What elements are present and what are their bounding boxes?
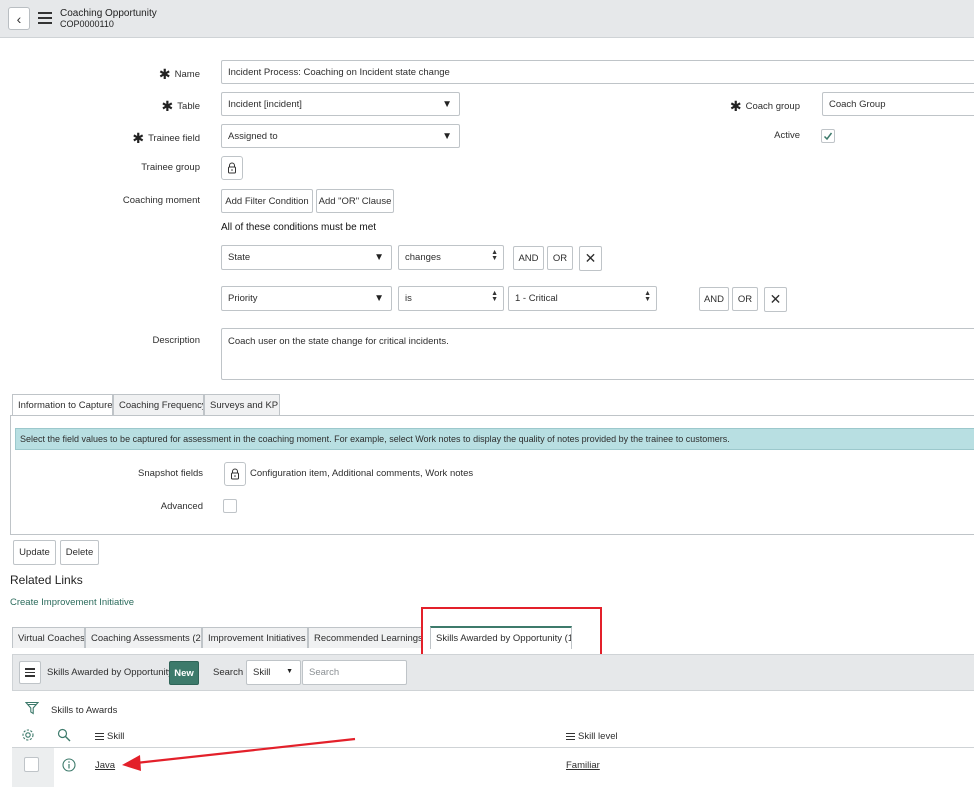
skill-level-link[interactable]: Familiar (566, 760, 600, 771)
conditions-text: All of these conditions must be met (221, 222, 377, 233)
dropdown-arrow-icon: ▼ (374, 252, 384, 263)
advanced-label: Advanced (160, 501, 203, 512)
tab-surveys-and-kpi[interactable]: Surveys and KPI (204, 394, 280, 415)
or-button[interactable]: OR (547, 246, 573, 270)
info-banner: Select the field values to be captured f… (15, 428, 974, 450)
search-field-select[interactable]: Skill ▼ (246, 660, 301, 685)
required-icon: ✱ (161, 98, 174, 114)
trainee-field-label: ✱ Trainee field (132, 130, 200, 146)
and-button[interactable]: AND (699, 287, 729, 311)
record-number: COP0000110 (60, 19, 114, 29)
search-icon[interactable] (57, 728, 71, 745)
updown-arrow-icon: ▲ ▼ (491, 249, 498, 262)
coach-group-label: ✱ Coach group (729, 98, 800, 114)
chevron-left-icon: ‹ (16, 10, 22, 27)
advanced-checkbox[interactable] (223, 499, 237, 513)
lock-icon (228, 162, 236, 174)
record-title: Coaching Opportunity (60, 8, 157, 19)
condition-field-select[interactable]: State ▼ (221, 245, 392, 270)
create-improvement-initiative-link[interactable]: Create Improvement Initiative (10, 597, 134, 608)
trainee-field-select[interactable]: Assigned to ▼ (221, 124, 460, 148)
table-select[interactable]: Incident [incident] ▼ (221, 92, 460, 116)
gear-icon[interactable] (21, 728, 35, 745)
tab-coaching-assessments[interactable]: Coaching Assessments (26) (85, 627, 202, 648)
list-menu-button[interactable] (19, 661, 41, 684)
name-field[interactable]: Incident Process: Coaching on Incident s… (221, 60, 974, 84)
form-header (0, 0, 974, 38)
hamburger-menu-icon[interactable] (38, 12, 52, 24)
checkmark-icon (823, 132, 833, 141)
active-label: Active (774, 130, 800, 141)
filter-icon[interactable] (24, 701, 40, 718)
and-button[interactable]: AND (513, 246, 544, 270)
tab-virtual-coaches[interactable]: Virtual Coaches (12, 627, 85, 648)
filter-breadcrumb[interactable]: Skills to Awards (51, 705, 117, 716)
snapshot-fields-value: Configuration item, Additional comments,… (250, 468, 474, 479)
updown-arrow-icon: ▲ ▼ (491, 290, 498, 303)
info-icon[interactable] (62, 758, 76, 775)
column-menu-icon (566, 733, 575, 740)
list-title: Skills Awarded by Opportunity (47, 667, 174, 678)
dropdown-arrow-icon: ▼ (374, 293, 384, 304)
lock-icon (231, 468, 239, 480)
dropdown-arrow-icon: ▼ (442, 99, 452, 110)
new-button[interactable]: New (169, 661, 199, 685)
tab-information-to-capture[interactable]: Information to Capture (12, 394, 113, 415)
tab-coaching-frequency[interactable]: Coaching Frequency (113, 394, 204, 415)
table-label: ✱ Table (161, 98, 200, 114)
condition-field-select[interactable]: Priority ▼ (221, 286, 392, 311)
required-icon: ✱ (132, 130, 145, 146)
trainee-group-lock-button[interactable] (221, 156, 243, 180)
remove-condition-button[interactable]: ✕ (579, 246, 602, 271)
required-icon: ✱ (158, 66, 171, 82)
add-or-clause-button[interactable]: Add "OR" Clause (316, 189, 394, 213)
snapshot-fields-label: Snapshot fields (138, 468, 203, 479)
condition-operator-select[interactable]: is ▲ ▼ (398, 286, 504, 311)
search-input[interactable]: Search (302, 660, 407, 685)
dropdown-arrow-icon: ▼ (286, 668, 293, 675)
row-checkbox[interactable] (24, 757, 39, 772)
condition-operator-select[interactable]: changes ▲ ▼ (398, 245, 504, 270)
description-label: Description (152, 335, 200, 346)
trainee-group-label: Trainee group (141, 162, 200, 173)
updown-arrow-icon: ▲ ▼ (644, 290, 651, 303)
close-icon: ✕ (769, 291, 782, 307)
hamburger-menu-icon (25, 668, 35, 677)
description-textarea[interactable]: Coach user on the state change for criti… (221, 328, 974, 380)
dropdown-arrow-icon: ▼ (442, 131, 452, 142)
coaching-moment-label: Coaching moment (122, 195, 200, 206)
remove-condition-button[interactable]: ✕ (764, 287, 787, 312)
close-icon: ✕ (584, 250, 597, 266)
delete-button[interactable]: Delete (60, 540, 99, 565)
name-label: ✱ Name (158, 66, 200, 82)
search-label: Search (213, 667, 244, 678)
tab-recommended-learnings[interactable]: Recommended Learnings (1) (308, 627, 423, 648)
related-links-title: Related Links (10, 573, 83, 587)
annotation-arrow (122, 737, 356, 771)
or-button[interactable]: OR (732, 287, 758, 311)
column-menu-icon (95, 733, 104, 740)
required-icon: ✱ (729, 98, 742, 114)
condition-value-select[interactable]: 1 - Critical ▲ ▼ (508, 286, 657, 311)
active-checkbox[interactable] (821, 129, 835, 143)
update-button[interactable]: Update (13, 540, 56, 565)
back-button[interactable]: ‹ (8, 7, 30, 30)
add-filter-condition-button[interactable]: Add Filter Condition (221, 189, 313, 213)
snapshot-lock-button[interactable] (224, 462, 246, 486)
tab-improvement-initiatives[interactable]: Improvement Initiatives (202, 627, 308, 648)
column-header-skill-level[interactable]: Skill level (566, 731, 618, 742)
coach-group-field[interactable]: Coach Group (822, 92, 974, 116)
